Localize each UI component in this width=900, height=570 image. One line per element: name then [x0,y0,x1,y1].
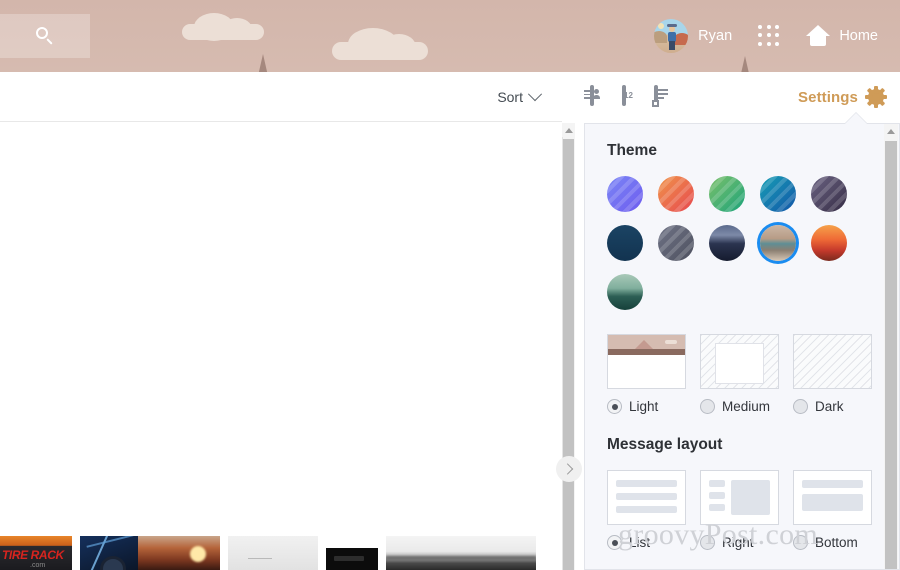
tasks-icon[interactable] [652,85,674,107]
panel-pointer [845,113,867,124]
density-option-light[interactable]: Light [607,334,686,414]
density-preview-light [607,334,686,389]
theme-swatch-wrap [811,176,847,212]
avatar[interactable] [654,19,689,53]
density-preview-medium [700,334,779,389]
theme-swatch-wrap [658,176,694,212]
layout-label-right: Right [722,535,754,550]
theme-swatch-wrap [760,225,796,261]
settings-scroll-up-button[interactable] [884,124,898,139]
density-options-row: Light Medium Dark [607,334,873,414]
chevron-right-icon [561,463,574,475]
message-layout-section-title: Message layout [607,436,723,453]
radio-medium[interactable] [700,399,715,414]
theme-swatch-night-mountains[interactable] [709,225,745,261]
theme-swatch-wrap [709,225,745,261]
theme-swatch-wrap [811,225,847,261]
gear-icon [865,86,887,108]
settings-label: Settings [798,88,858,106]
density-label-dark: Dark [815,399,844,414]
theme-swatch-wrap [607,225,643,261]
contacts-icon[interactable] [584,85,610,107]
radio-bottom[interactable] [793,535,808,550]
theme-swatch-misty-lake[interactable] [607,274,643,310]
module-icons-group: 12 [584,85,674,107]
layout-option-right[interactable]: Right [700,470,779,550]
thumbnail-item[interactable] [228,536,318,570]
list-scroll-up-button[interactable] [562,123,575,137]
theme-swatch-orange-red[interactable] [658,176,694,212]
thumbnail-item[interactable] [80,536,220,570]
density-preview-dark [793,334,872,389]
grid-apps-icon[interactable] [758,25,780,47]
theme-swatch-sunset-canyon[interactable] [811,225,847,261]
theme-swatch-lake-cabin-selected[interactable] [760,225,796,261]
theme-swatch-wrap [658,225,694,261]
thumbnail-item[interactable] [326,548,378,570]
layout-option-list[interactable]: List [607,470,686,550]
home-icon [806,25,831,47]
home-label: Home [839,28,878,44]
theme-swatch-dark-purple[interactable] [811,176,847,212]
density-option-medium[interactable]: Medium [700,334,779,414]
layout-preview-bottom [793,470,872,525]
list-scrollbar-thumb[interactable] [563,139,574,570]
sort-label: Sort [497,88,523,105]
density-option-dark[interactable]: Dark [793,334,872,414]
radio-right[interactable] [700,535,715,550]
search-button[interactable] [0,14,90,58]
expand-pane-button[interactable] [556,456,582,482]
message-list-pane: Sort [0,72,580,570]
calendar-icon[interactable]: 12 [622,85,642,107]
banner-right-controls: Ryan Home [654,0,878,72]
cloud-decoration [182,13,264,41]
theme-section-title: Theme [607,142,657,159]
app-root: Ryan Home Sort TIRE RACK .com 12 Setting… [0,0,900,570]
layout-label-bottom: Bottom [815,535,858,550]
cloud-decoration [332,28,428,60]
theme-swatch-wrap [607,274,643,310]
settings-scrollbar-thumb[interactable] [885,141,897,569]
thumbnail-caption: TIRE RACK [2,548,64,562]
settings-button[interactable]: Settings [798,86,887,108]
theme-swatch-green[interactable] [709,176,745,212]
radio-light[interactable] [607,399,622,414]
search-icon [36,27,54,45]
layout-preview-list [607,470,686,525]
home-button[interactable]: Home [806,25,878,47]
message-layout-options-row: List Right Bottom [607,470,873,550]
list-toolbar: Sort [0,72,562,122]
scroll-up-arrow-icon [564,127,573,133]
top-banner: Ryan Home [0,0,900,72]
thumbnail-item[interactable]: TIRE RACK .com [0,536,72,570]
layout-option-bottom[interactable]: Bottom [793,470,872,550]
sort-button[interactable]: Sort [497,86,543,105]
theme-swatch-wrap [760,176,796,212]
layout-preview-right [700,470,779,525]
theme-swatch-blue-teal[interactable] [760,176,796,212]
radio-list[interactable] [607,535,622,550]
theme-swatch-slate-gray[interactable] [658,225,694,261]
user-name-label: Ryan [698,28,733,44]
thumbnail-subcaption: .com [30,562,46,569]
theme-swatch-wrap [709,176,745,212]
settings-panel: Theme Light Medium Dark Message layout L… [584,123,900,570]
layout-label-list: List [629,535,651,550]
settings-panel-content: Theme Light Medium Dark Message layout L… [585,124,873,569]
theme-swatch-wrap [607,176,643,212]
scroll-up-arrow-icon [887,129,895,134]
theme-swatch-grid [607,176,857,310]
message-list-body[interactable] [0,123,562,570]
thumbnail-item[interactable] [386,536,536,570]
tree-decoration [258,54,268,72]
chevron-down-icon [527,86,543,101]
density-label-medium: Medium [722,399,771,414]
density-label-light: Light [629,399,659,414]
theme-swatch-navy[interactable] [607,225,643,261]
radio-dark[interactable] [793,399,808,414]
theme-swatch-purple-blue[interactable] [607,176,643,212]
thumbnail-strip: TIRE RACK .com [0,536,580,570]
